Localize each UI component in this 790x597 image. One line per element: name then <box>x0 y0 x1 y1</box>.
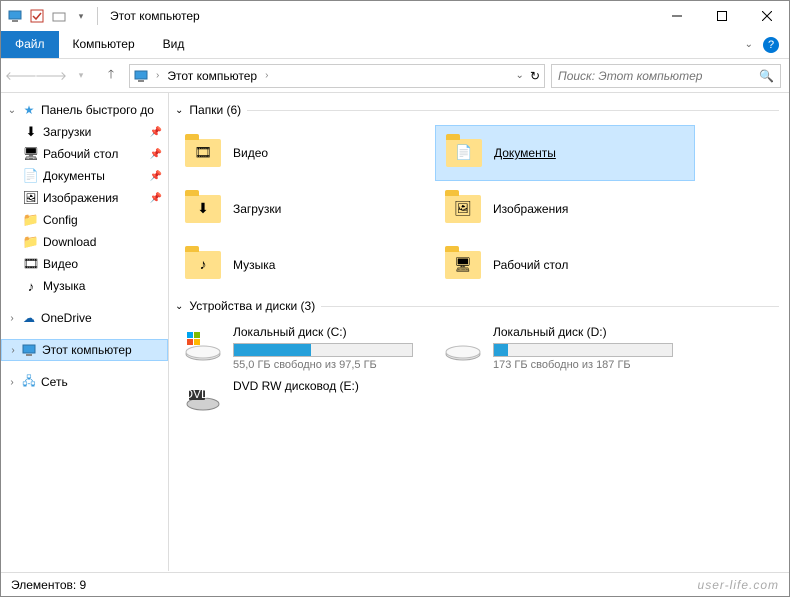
status-text: Элементов: 9 <box>11 578 86 592</box>
drive-icon: DVD <box>183 379 223 419</box>
address-bar[interactable]: › Этот компьютер › ⌄ ↻ <box>129 64 545 88</box>
folder-item-music[interactable]: ♪Музыка <box>175 237 435 293</box>
search-icon[interactable]: 🔍 <box>759 69 774 83</box>
music-icon: ♪ <box>23 278 39 294</box>
music-icon: ♪ <box>183 245 223 285</box>
sidebar-item-3[interactable]: 🖼Изображения📌 <box>1 187 168 209</box>
watermark: user-life.com <box>698 578 779 592</box>
pin-icon: 📌 <box>150 171 162 182</box>
download-icon: ⬇ <box>23 124 39 140</box>
folder-item-doc[interactable]: 📄Документы <box>435 125 695 181</box>
drive-item-0[interactable]: Локальный диск (C:)55,0 ГБ свободно из 9… <box>175 321 435 375</box>
content-pane: ⌄ Папки (6) 🎞Видео📄Документы⬇Загрузки🖼Из… <box>169 93 789 571</box>
recent-dropdown[interactable]: ▾ <box>69 64 93 88</box>
folder-item-download[interactable]: ⬇Загрузки <box>175 181 435 237</box>
desktop-icon: 🖥 <box>23 146 39 162</box>
sidebar-this-pc[interactable]: › Этот компьютер <box>1 339 168 361</box>
sidebar-item-0[interactable]: ⬇Загрузки📌 <box>1 121 168 143</box>
sidebar-item-4[interactable]: 📁Config <box>1 209 168 231</box>
video-icon: 🎞 <box>23 256 39 272</box>
pin-icon: 📌 <box>150 149 162 160</box>
sidebar-item-2[interactable]: 📄Документы📌 <box>1 165 168 187</box>
drive-usage-bar <box>233 343 413 357</box>
properties-icon[interactable] <box>29 8 45 24</box>
forward-button[interactable]: 🡒 <box>39 64 63 88</box>
close-button[interactable] <box>744 1 789 31</box>
tab-view[interactable]: Вид <box>149 31 199 58</box>
breadcrumb[interactable]: Этот компьютер <box>165 69 259 83</box>
folder-item-desktop[interactable]: 🖥Рабочий стол <box>435 237 695 293</box>
sidebar-item-6[interactable]: 🎞Видео <box>1 253 168 275</box>
desktop-icon: 🖥 <box>443 245 483 285</box>
refresh-icon[interactable]: ↻ <box>530 69 540 83</box>
title-bar: ▾ Этот компьютер <box>1 1 789 31</box>
group-drives-header[interactable]: ⌄ Устройства и диски (3) <box>175 299 779 313</box>
pin-icon: 📌 <box>150 193 162 204</box>
maximize-button[interactable] <box>699 1 744 31</box>
qat-dropdown-icon[interactable]: ▾ <box>73 8 89 24</box>
folder-item-video[interactable]: 🎞Видео <box>175 125 435 181</box>
ribbon-tabs: Файл Компьютер Вид ⌄ ? <box>1 31 789 59</box>
tab-file[interactable]: Файл <box>1 31 59 58</box>
star-icon: ★ <box>21 102 37 118</box>
folder-icon: 📁 <box>23 234 39 250</box>
ribbon-expand-icon[interactable]: ⌄ <box>745 39 753 50</box>
status-bar: Элементов: 9 user-life.com <box>1 572 789 596</box>
back-button[interactable]: 🡐 <box>9 64 33 88</box>
up-button[interactable]: 🡑 <box>99 64 123 88</box>
drive-icon <box>183 325 223 365</box>
search-input[interactable] <box>558 69 759 83</box>
new-folder-icon[interactable] <box>51 8 67 24</box>
folder-icon: 📁 <box>23 212 39 228</box>
pc-icon <box>7 8 23 24</box>
address-dropdown-icon[interactable]: ⌄ <box>516 70 524 81</box>
download-icon: ⬇ <box>183 189 223 229</box>
doc-icon: 📄 <box>444 133 484 173</box>
pc-icon <box>134 69 150 83</box>
drive-usage-bar <box>493 343 673 357</box>
navigation-bar: 🡐 🡒 ▾ 🡑 › Этот компьютер › ⌄ ↻ 🔍 <box>1 59 789 93</box>
search-box[interactable]: 🔍 <box>551 64 781 88</box>
pc-icon <box>22 342 38 358</box>
svg-text:DVD: DVD <box>184 387 210 401</box>
folder-item-img[interactable]: 🖼Изображения <box>435 181 695 237</box>
img-icon: 🖼 <box>23 190 39 206</box>
minimize-button[interactable] <box>654 1 699 31</box>
navigation-pane: ⌄ ★ Панель быстрого до ⬇Загрузки📌🖥Рабочи… <box>1 93 169 571</box>
img-icon: 🖼 <box>443 189 483 229</box>
drive-item-2[interactable]: DVDDVD RW дисковод (E:) <box>175 375 435 423</box>
sidebar-item-7[interactable]: ♪Музыка <box>1 275 168 297</box>
sidebar-onedrive[interactable]: › ☁ OneDrive <box>1 307 168 329</box>
sidebar-item-5[interactable]: 📁Download <box>1 231 168 253</box>
tab-computer[interactable]: Компьютер <box>59 31 149 58</box>
window-title: Этот компьютер <box>110 9 200 23</box>
group-folders-header[interactable]: ⌄ Папки (6) <box>175 103 779 117</box>
pin-icon: 📌 <box>150 127 162 138</box>
network-icon: 🖧 <box>21 374 37 390</box>
video-icon: 🎞 <box>183 133 223 173</box>
onedrive-icon: ☁ <box>21 310 37 326</box>
sidebar-quick-access[interactable]: ⌄ ★ Панель быстрого до <box>1 99 168 121</box>
drive-icon <box>443 325 483 365</box>
help-icon[interactable]: ? <box>763 37 779 53</box>
drive-item-1[interactable]: Локальный диск (D:)173 ГБ свободно из 18… <box>435 321 695 375</box>
doc-icon: 📄 <box>23 168 39 184</box>
sidebar-network[interactable]: › 🖧 Сеть <box>1 371 168 393</box>
sidebar-item-1[interactable]: 🖥Рабочий стол📌 <box>1 143 168 165</box>
